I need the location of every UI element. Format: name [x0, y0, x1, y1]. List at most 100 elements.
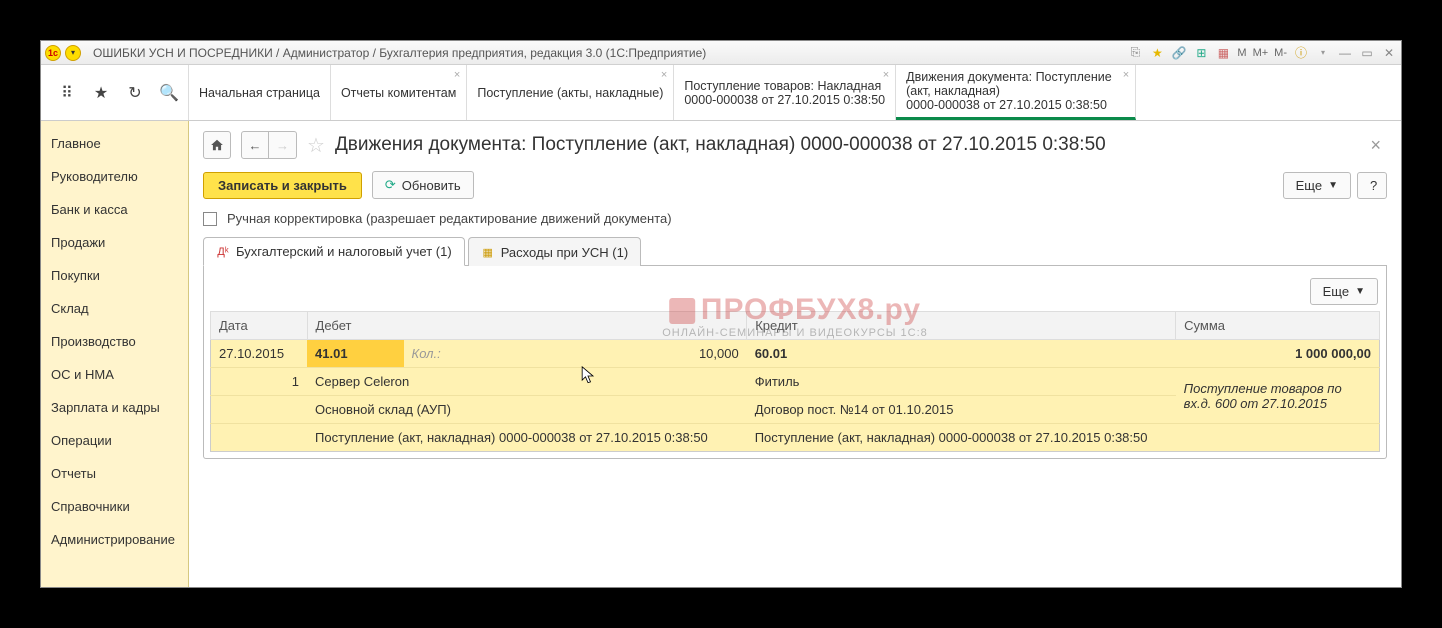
- inner-tab-accounting[interactable]: Дᵏ Бухгалтерский и налоговый учет (1): [203, 237, 465, 266]
- sidebar-item-admin[interactable]: Администрирование: [41, 523, 188, 556]
- home-button[interactable]: [203, 131, 231, 159]
- back-button[interactable]: ←: [241, 131, 269, 159]
- calc-icon[interactable]: ⊞: [1193, 45, 1209, 61]
- tab-label: Отчеты комитентам: [341, 86, 456, 100]
- apps-icon[interactable]: ⠿: [57, 83, 77, 103]
- cell-debit-desc: Поступление (акт, накладная) 0000-000038…: [307, 424, 747, 452]
- tabstrip: ⠿ ★ ↻ 🔍 Начальная страница Отчеты комите…: [41, 65, 1401, 121]
- movements-table: Дата Дебет Кредит Сумма 27.10.2015 41.01…: [210, 311, 1380, 452]
- sidebar-item-production[interactable]: Производство: [41, 325, 188, 358]
- maximize-icon[interactable]: ▭: [1359, 45, 1375, 61]
- cell-debit-desc: Основной склад (АУП): [307, 396, 747, 424]
- table-row[interactable]: Поступление (акт, накладная) 0000-000038…: [211, 424, 1380, 452]
- tab-receipts[interactable]: Поступление (акты, накладные) ×: [467, 65, 674, 120]
- minimize-icon[interactable]: —: [1337, 45, 1353, 61]
- m-plus-button[interactable]: М+: [1253, 47, 1269, 59]
- col-credit[interactable]: Кредит: [747, 312, 1176, 340]
- tab-home[interactable]: Начальная страница: [189, 65, 331, 120]
- titlebar-dropdown-icon[interactable]: ▾: [65, 45, 81, 61]
- col-sum[interactable]: Сумма: [1176, 312, 1380, 340]
- more-button[interactable]: Еще ▼: [1283, 172, 1351, 199]
- cell-credit-account: 60.01: [747, 340, 908, 368]
- favorite-icon[interactable]: ★: [1149, 45, 1165, 61]
- table-row[interactable]: 1 Сервер Celeron Фитиль Поступление това…: [211, 368, 1380, 396]
- window-close-icon[interactable]: ✕: [1381, 45, 1397, 61]
- sidebar-item-hr[interactable]: Зарплата и кадры: [41, 391, 188, 424]
- cell-empty: [211, 424, 308, 452]
- col-date[interactable]: Дата: [211, 312, 308, 340]
- sidebar-item-warehouse[interactable]: Склад: [41, 292, 188, 325]
- sidebar-item-main[interactable]: Главное: [41, 127, 188, 160]
- sidebar-item-references[interactable]: Справочники: [41, 490, 188, 523]
- cell-empty: [908, 340, 1176, 368]
- cell-credit-desc: Фитиль: [747, 368, 1176, 396]
- history-icon[interactable]: ↻: [125, 83, 145, 103]
- chevron-down-icon: ▼: [1355, 286, 1365, 297]
- m-button[interactable]: М: [1237, 47, 1246, 59]
- m-minus-button[interactable]: М-: [1274, 47, 1287, 59]
- col-debit[interactable]: Дебет: [307, 312, 747, 340]
- close-icon[interactable]: ×: [454, 69, 460, 81]
- window-title: ОШИБКИ УСН И ПОСРЕДНИКИ / Администратор …: [93, 46, 706, 60]
- save-and-close-button[interactable]: Записать и закрыть: [203, 172, 362, 199]
- close-icon[interactable]: ×: [1123, 69, 1129, 81]
- table-more-label: Еще: [1323, 284, 1349, 299]
- sidebar-item-sales[interactable]: Продажи: [41, 226, 188, 259]
- forward-button[interactable]: →: [269, 131, 297, 159]
- info-drop-icon[interactable]: ▾: [1315, 45, 1331, 61]
- cell-credit-desc: Поступление (акт, накладная) 0000-000038…: [747, 424, 1176, 452]
- tab-label: Поступление товаров: Накладная: [684, 79, 885, 93]
- sidebar-item-assets[interactable]: ОС и НМА: [41, 358, 188, 391]
- refresh-icon: ⟳: [385, 177, 396, 193]
- close-icon[interactable]: ×: [661, 69, 667, 81]
- inner-tab-label: Расходы при УСН (1): [501, 245, 629, 260]
- refresh-label: Обновить: [402, 178, 461, 193]
- accounting-icon: Дᵏ: [216, 245, 230, 259]
- refresh-button[interactable]: ⟳ Обновить: [372, 171, 474, 199]
- link-icon[interactable]: 🔗: [1171, 45, 1187, 61]
- tab-label: Движения документа: Поступление (акт, на…: [906, 70, 1125, 98]
- sidebar-item-operations[interactable]: Операции: [41, 424, 188, 457]
- logo-1c-icon: 1c: [45, 45, 61, 61]
- calendar-icon[interactable]: ▦: [1215, 45, 1231, 61]
- usn-icon: ▦: [481, 245, 495, 259]
- chevron-down-icon: ▼: [1328, 180, 1338, 191]
- tab-label: Начальная страница: [199, 86, 320, 100]
- cell-num: 1: [211, 368, 308, 396]
- tab-reports[interactable]: Отчеты комитентам ×: [331, 65, 467, 120]
- tab-label: Поступление (акты, накладные): [477, 86, 663, 100]
- info-icon[interactable]: ⓘ: [1293, 45, 1309, 61]
- star-nav-icon[interactable]: ★: [91, 83, 111, 103]
- manual-edit-label: Ручная корректировка (разрешает редактир…: [227, 211, 672, 226]
- cell-debit-account: 41.01: [307, 340, 404, 368]
- close-page-icon[interactable]: ×: [1370, 135, 1387, 156]
- sidebar-item-reports[interactable]: Отчеты: [41, 457, 188, 490]
- inner-tab-usn[interactable]: ▦ Расходы при УСН (1): [468, 237, 642, 266]
- sidebar-item-purchases[interactable]: Покупки: [41, 259, 188, 292]
- sidebar-item-bank[interactable]: Банк и касса: [41, 193, 188, 226]
- cell-date: 27.10.2015: [211, 340, 308, 368]
- sidebar-item-manager[interactable]: Руководителю: [41, 160, 188, 193]
- tab-goods-receipt[interactable]: Поступление товаров: Накладная 0000-0000…: [674, 65, 896, 120]
- favorite-toggle-icon[interactable]: ☆: [307, 133, 325, 158]
- tab-document-movements[interactable]: Движения документа: Поступление (акт, на…: [896, 65, 1136, 120]
- cell-debit-desc: Сервер Celeron: [307, 368, 747, 396]
- cell-qty-label: Кол.:: [404, 340, 474, 368]
- table-row[interactable]: 27.10.2015 41.01 Кол.: 10,000 60.01 1 00…: [211, 340, 1380, 368]
- titlebar-tool-icon[interactable]: ⎘: [1127, 45, 1143, 61]
- inner-tab-label: Бухгалтерский и налоговый учет (1): [236, 244, 452, 259]
- close-icon[interactable]: ×: [883, 69, 889, 81]
- table-more-button[interactable]: Еще ▼: [1310, 278, 1378, 305]
- cell-debit-qty: 10,000: [473, 340, 746, 368]
- more-label: Еще: [1296, 178, 1322, 193]
- table-header-row: Дата Дебет Кредит Сумма: [211, 312, 1380, 340]
- manual-edit-checkbox[interactable]: [203, 212, 217, 226]
- cell-empty: [1176, 424, 1380, 452]
- tab-label-2: 0000-000038 от 27.10.2015 0:38:50: [906, 98, 1125, 112]
- search-icon[interactable]: 🔍: [159, 83, 179, 103]
- cell-credit-desc: Договор пост. №14 от 01.10.2015: [747, 396, 1176, 424]
- help-button[interactable]: ?: [1357, 172, 1387, 199]
- tab-label-2: 0000-000038 от 27.10.2015 0:38:50: [684, 93, 885, 107]
- home-icon: [210, 138, 224, 152]
- cell-sum: 1 000 000,00: [1176, 340, 1380, 368]
